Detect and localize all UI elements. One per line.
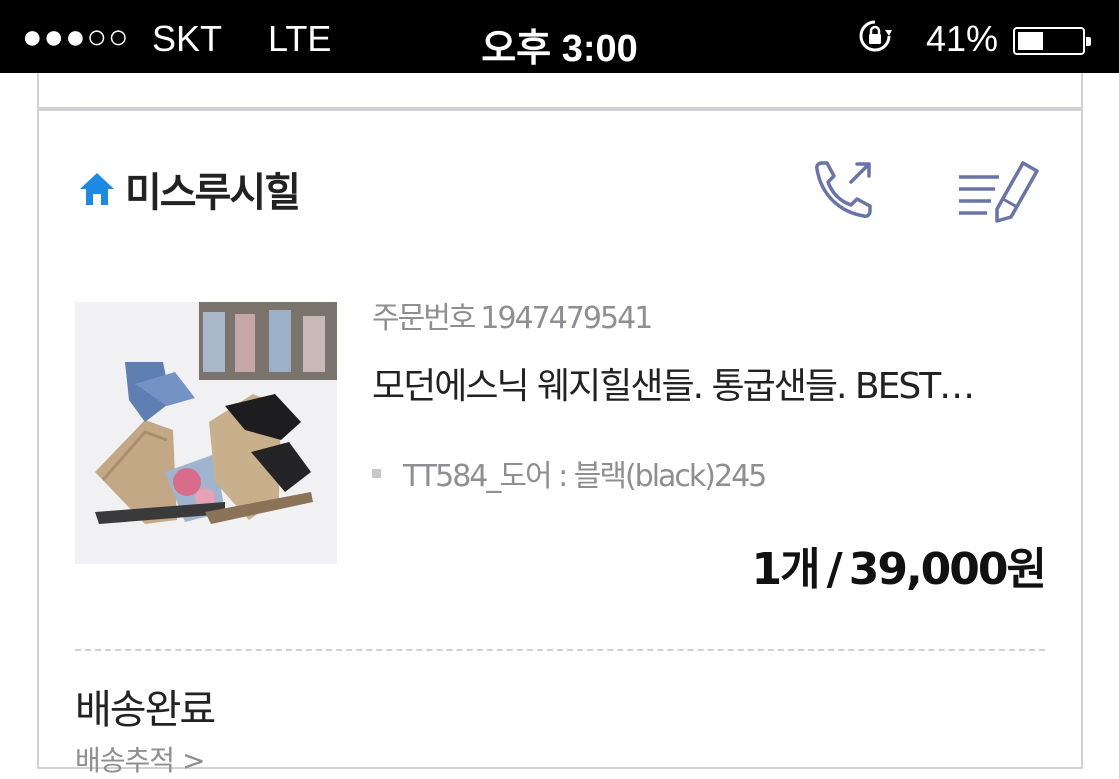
write-review-icon[interactable] bbox=[953, 157, 1043, 225]
quantity: 1개 bbox=[751, 544, 821, 595]
product-name[interactable]: 모던에스닉 웨지힐샌들. 통굽샌들. BEST… bbox=[372, 357, 1052, 409]
phone-call-icon[interactable] bbox=[807, 155, 879, 227]
shop-header[interactable]: 미스루시힐 bbox=[77, 159, 301, 219]
order-number: 주문번호 1947479541 bbox=[372, 293, 653, 337]
order-number-value: 1947479541 bbox=[480, 301, 653, 336]
tracking-link[interactable]: 배송추적 > bbox=[75, 739, 205, 779]
orientation-lock-icon bbox=[859, 20, 892, 52]
previous-order-card bbox=[37, 73, 1083, 109]
product-thumbnail[interactable] bbox=[75, 302, 337, 564]
option-text: TT584_도어 : 블랙(black)245 bbox=[403, 459, 767, 494]
battery-level bbox=[1018, 32, 1043, 50]
home-icon bbox=[80, 173, 114, 205]
price: 39,000원 bbox=[848, 544, 1047, 595]
battery-tip bbox=[1086, 37, 1091, 46]
product-option: TT584_도어 : 블랙(black)245 bbox=[372, 451, 767, 495]
order-card: 미스루시힐 주문번호 1947479541 모던에스닉 웨지힐샌들. 통굽샌들.… bbox=[37, 109, 1083, 777]
shop-name[interactable]: 미스루시힐 bbox=[125, 160, 301, 218]
product-image bbox=[75, 302, 337, 564]
option-bullet bbox=[372, 468, 381, 478]
delivery-status: 배송완료 bbox=[75, 687, 216, 733]
quantity-price: 1개/39,000원 bbox=[751, 533, 1047, 597]
divider bbox=[75, 649, 1045, 651]
battery-icon bbox=[1013, 27, 1091, 55]
status-bar: ●●●○○ SKT LTE 오후 3:00 41% bbox=[0, 0, 1119, 73]
order-number-label: 주문번호 bbox=[372, 301, 476, 336]
price-separator: / bbox=[826, 544, 843, 595]
battery-percent: 41% bbox=[926, 18, 999, 59]
